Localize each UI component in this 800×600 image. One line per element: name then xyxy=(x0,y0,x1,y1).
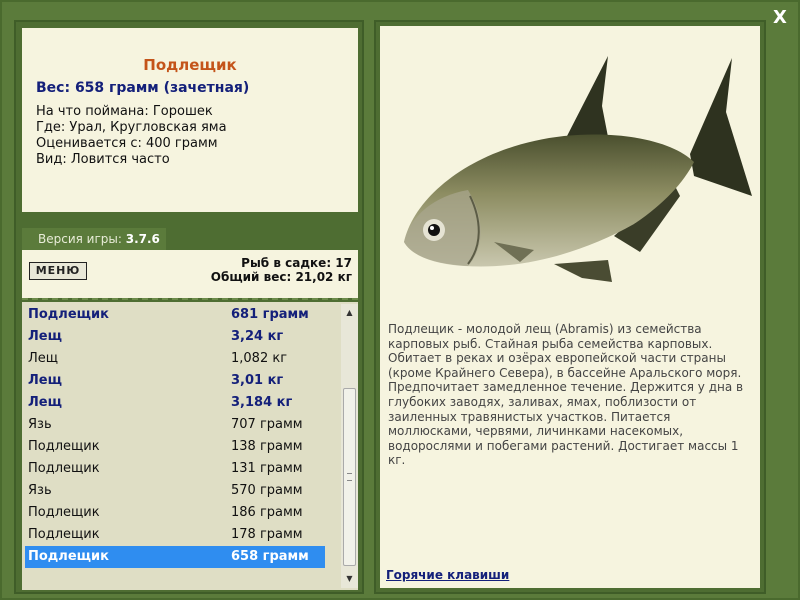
catch-panel: Подлещик Вес: 658 грамм (зачетная) На чт… xyxy=(14,20,364,594)
fish-image xyxy=(404,56,752,282)
keepnet-summary: МЕНЮ Рыб в садке: 17 Общий вес: 21,02 кг xyxy=(22,250,358,298)
catch-fish-name: Подлещик xyxy=(28,461,100,476)
catch-list-item[interactable]: Подлещик 658 грамм xyxy=(25,546,325,568)
scrollbar[interactable]: ▲ ▼ xyxy=(341,304,358,588)
close-button[interactable]: X xyxy=(770,8,790,28)
fish-title: Подлещик xyxy=(143,56,237,74)
fish-details: На что поймана: Горошек Где: Урал, Кругл… xyxy=(36,104,227,168)
catch-fish-weight: 186 грамм xyxy=(231,505,303,520)
fish-info-box: Подлещик Вес: 658 грамм (зачетная) На чт… xyxy=(22,28,358,212)
fish-weight: Вес: 658 грамм (зачетная) xyxy=(36,80,250,96)
catch-fish-name: Лещ xyxy=(28,351,59,366)
catch-list-item[interactable]: Лещ 3,01 кг xyxy=(25,370,325,392)
fish-description-panel: Подлещик - молодой лещ (Abramis) из семе… xyxy=(374,20,766,594)
version-value: 3.7.6 xyxy=(125,232,160,246)
catch-fish-name: Подлещик xyxy=(28,527,100,542)
catch-list-item[interactable]: Подлещик 178 грамм xyxy=(25,524,325,546)
catch-fish-weight: 707 грамм xyxy=(231,417,303,432)
catch-fish-weight: 1,082 кг xyxy=(231,351,288,366)
catch-list: Подлещик 681 грамм Лещ 3,24 кг Лещ 1,082 кг Ле… xyxy=(22,302,358,590)
total-weight: Общий вес: 21,02 кг xyxy=(210,270,352,284)
description-box: Подлещик - молодой лещ (Abramis) из семе… xyxy=(380,26,760,588)
game-window: X Подлещик Вес: 658 грамм (зачетная) На … xyxy=(0,0,800,600)
catch-list-item[interactable]: Лещ 1,082 кг xyxy=(25,348,325,370)
catch-fish-weight: 681 грамм xyxy=(231,307,309,322)
catch-fish-weight: 138 грамм xyxy=(231,439,303,454)
catch-fish-name: Подлещик xyxy=(28,549,109,564)
divider xyxy=(22,298,358,300)
catch-list-item[interactable]: Лещ 3,24 кг xyxy=(25,326,325,348)
fish-description: Подлещик - молодой лещ (Abramis) из семе… xyxy=(388,322,744,468)
fish-kind: Вид: Ловится часто xyxy=(36,152,170,167)
catch-fish-weight: 3,24 кг xyxy=(231,329,284,344)
catch-list-item[interactable]: Подлещик 186 грамм xyxy=(25,502,325,524)
catch-list-item[interactable]: Подлещик 681 грамм xyxy=(25,304,325,326)
catch-fish-name: Лещ xyxy=(28,395,62,410)
fish-location: Где: Урал, Кругловская яма xyxy=(36,120,227,135)
grip-icon xyxy=(347,473,352,481)
catch-fish-name: Лещ xyxy=(28,373,62,388)
catch-fish-weight: 178 грамм xyxy=(231,527,303,542)
catch-fish-name: Лещ xyxy=(28,329,62,344)
version-bar: Версия игры: 3.7.6 xyxy=(22,228,166,250)
catch-fish-weight: 658 грамм xyxy=(231,549,309,564)
catch-fish-weight: 131 грамм xyxy=(231,461,303,476)
scroll-up-icon[interactable]: ▲ xyxy=(344,307,355,319)
catch-fish-weight: 570 грамм xyxy=(231,483,303,498)
version-label: Версия игры: xyxy=(38,232,122,246)
catch-list-item[interactable]: Подлещик 131 грамм xyxy=(25,458,325,480)
catch-fish-name: Язь xyxy=(28,483,52,498)
catch-list-rows: Подлещик 681 грамм Лещ 3,24 кг Лещ 1,082 кг Ле… xyxy=(22,304,328,568)
catch-list-item[interactable]: Подлещик 138 грамм xyxy=(25,436,325,458)
keepnet-stats: Рыб в садке: 17 Общий вес: 21,02 кг xyxy=(211,256,352,284)
catch-list-item[interactable]: Язь 707 грамм xyxy=(25,414,325,436)
fish-count: Рыб в садке: 17 xyxy=(241,256,352,270)
scroll-down-icon[interactable]: ▼ xyxy=(344,573,355,585)
fish-bait: На что поймана: Горошек xyxy=(36,104,213,119)
scrollbar-thumb[interactable] xyxy=(343,388,356,566)
hotkeys-link[interactable]: Горячие клавиши xyxy=(386,568,509,582)
catch-fish-name: Подлещик xyxy=(28,307,109,322)
catch-fish-weight: 3,184 кг xyxy=(231,395,293,410)
catch-list-item[interactable]: Лещ 3,184 кг xyxy=(25,392,325,414)
catch-fish-name: Подлещик xyxy=(28,505,100,520)
catch-fish-name: Подлещик xyxy=(28,439,100,454)
menu-button[interactable]: МЕНЮ xyxy=(29,262,87,280)
fish-rated-from: Оценивается с: 400 грамм xyxy=(36,136,218,151)
catch-list-item[interactable]: Язь 570 грамм xyxy=(25,480,325,502)
catch-fish-weight: 3,01 кг xyxy=(231,373,284,388)
catch-fish-name: Язь xyxy=(28,417,52,432)
